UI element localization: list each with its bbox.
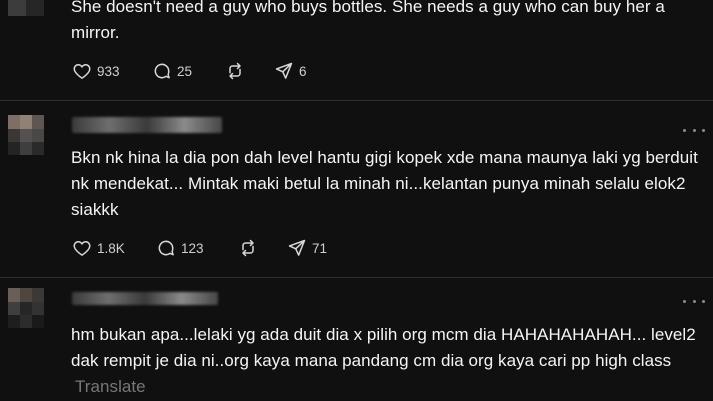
like-count: 1.8K xyxy=(97,240,125,256)
username[interactable] xyxy=(72,292,218,305)
heart-icon xyxy=(73,241,91,256)
post-text: hm bukan apa...lelaki yg ada duit dia x … xyxy=(71,322,711,400)
repost-icon xyxy=(229,62,241,80)
repost-icon xyxy=(242,239,254,257)
translate-link[interactable]: Translate xyxy=(75,377,146,396)
post-3: hm bukan apa...lelaki yg ada duit dia x … xyxy=(0,278,713,401)
like-button[interactable]: 933 xyxy=(72,60,120,82)
avatar[interactable] xyxy=(8,0,44,16)
more-icon[interactable] xyxy=(683,125,705,135)
comment-icon xyxy=(158,240,174,256)
reply-button[interactable]: 123 xyxy=(156,237,204,259)
reply-count: 123 xyxy=(181,240,204,256)
send-icon xyxy=(275,62,293,79)
like-count: 933 xyxy=(97,63,120,79)
send-icon xyxy=(288,239,306,256)
heart-icon xyxy=(73,64,91,79)
avatar[interactable] xyxy=(8,288,44,328)
share-count: 6 xyxy=(299,63,307,79)
post-1: She doesn't need a guy who buys bottles.… xyxy=(0,0,713,100)
post-text: She doesn't need a guy who buys bottles.… xyxy=(71,0,665,42)
reply-button[interactable]: 25 xyxy=(152,60,192,82)
like-button[interactable]: 1.8K xyxy=(72,237,125,259)
post-text: Bkn nk hina la dia pon dah level hantu g… xyxy=(71,148,698,219)
repost-button[interactable] xyxy=(225,60,245,82)
post-text-content: hm bukan apa...lelaki yg ada duit dia x … xyxy=(71,325,696,370)
repost-button[interactable] xyxy=(238,237,258,259)
post-2: Bkn nk hina la dia pon dah level hantu g… xyxy=(0,101,713,277)
share-count: 71 xyxy=(312,240,328,256)
share-button[interactable]: 71 xyxy=(287,237,327,259)
comment-icon xyxy=(154,63,170,79)
share-button[interactable]: 6 xyxy=(274,60,307,82)
username[interactable] xyxy=(72,117,222,133)
avatar[interactable] xyxy=(8,115,44,155)
more-icon[interactable] xyxy=(683,296,705,306)
reply-count: 25 xyxy=(177,63,193,79)
